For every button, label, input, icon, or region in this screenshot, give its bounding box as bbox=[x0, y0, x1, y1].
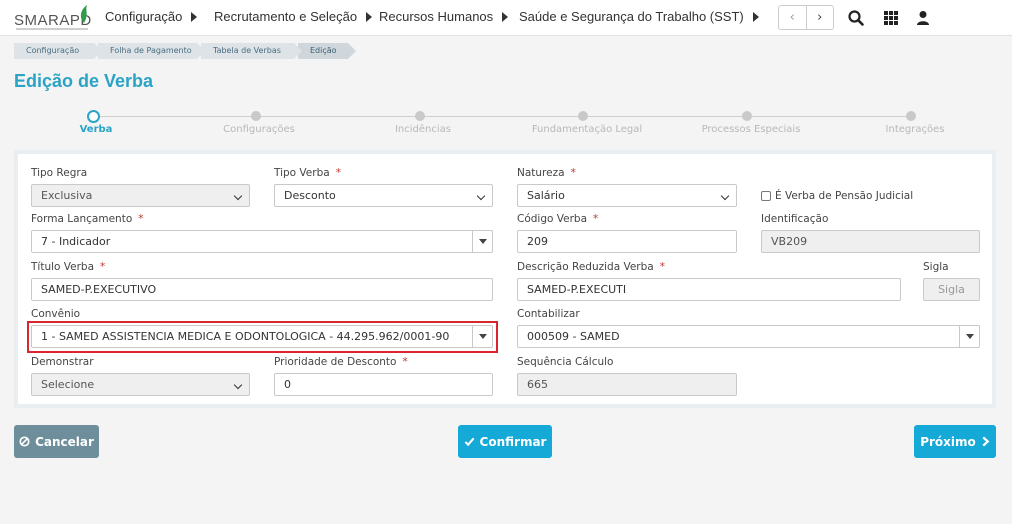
apps-grid-icon[interactable] bbox=[882, 9, 900, 27]
tipo-regra-label: Tipo Regra bbox=[31, 167, 88, 179]
identificacao-input: VB209 bbox=[761, 230, 980, 253]
nav-label: Recrutamento e Seleção bbox=[214, 9, 358, 24]
page-title: Edição de Verba bbox=[14, 71, 154, 91]
nav-label: Configuração bbox=[105, 9, 183, 24]
sigla-input[interactable]: Sigla bbox=[923, 278, 980, 301]
next-button[interactable]: Próximo bbox=[914, 425, 996, 458]
logo-underline bbox=[16, 28, 88, 30]
titulo-verba-label: Título Verba * bbox=[31, 261, 106, 273]
prioridade-desconto-label: Prioridade de Desconto * bbox=[274, 356, 408, 368]
nav-saude-seguranca[interactable]: Saúde e Segurança do Trabalho (SST) bbox=[519, 9, 759, 24]
natureza-label: Natureza * bbox=[517, 167, 576, 179]
tipo-verba-label: Tipo Verba * bbox=[274, 167, 341, 179]
demonstrar-select[interactable]: Selecione bbox=[31, 373, 250, 396]
prioridade-desconto-input[interactable]: 0 bbox=[274, 373, 493, 396]
step-label-incidencias[interactable]: Incidências bbox=[348, 124, 498, 135]
codigo-verba-label: Código Verba * bbox=[517, 213, 599, 225]
nav-label: Saúde e Segurança do Trabalho (SST) bbox=[519, 9, 744, 24]
tipo-verba-select[interactable]: Desconto bbox=[274, 184, 493, 207]
pager-prev-button[interactable]: ‹ bbox=[779, 6, 806, 29]
step-dot-incidencias[interactable] bbox=[415, 111, 425, 121]
step-label-fundamentacao-legal[interactable]: Fundamentação Legal bbox=[512, 124, 662, 135]
sigla-label: Sigla bbox=[923, 261, 949, 273]
check-icon bbox=[464, 437, 474, 447]
next-label: Próximo bbox=[920, 434, 976, 449]
confirm-label: Confirmar bbox=[479, 434, 547, 449]
breadcrumb: Configuração Folha de Pagamento Tabela d… bbox=[14, 43, 356, 59]
caret-right-icon bbox=[366, 11, 373, 22]
sequencia-calculo-input: 665 bbox=[517, 373, 737, 396]
contabilizar-value: 000509 - SAMED bbox=[527, 330, 620, 343]
nav-recrutamento-selecao[interactable]: Recrutamento e Seleção bbox=[214, 9, 373, 24]
nav-configuracao[interactable]: Configuração bbox=[105, 9, 198, 24]
step-label-verba[interactable]: Verba bbox=[21, 124, 171, 135]
contabilizar-label: Contabilizar bbox=[517, 308, 580, 320]
tipo-regra-select[interactable]: Exclusiva bbox=[31, 184, 250, 207]
titulo-verba-input[interactable]: SAMED-P.EXECUTIVO bbox=[31, 278, 493, 301]
user-icon[interactable] bbox=[914, 9, 932, 27]
convenio-label: Convênio bbox=[31, 308, 81, 320]
search-icon[interactable] bbox=[847, 9, 865, 27]
forma-lancamento-combobox[interactable]: 7 - Indicador bbox=[31, 230, 493, 253]
step-dot-configuracoes[interactable] bbox=[251, 111, 261, 121]
step-dot-integracoes[interactable] bbox=[906, 111, 916, 121]
caret-right-icon bbox=[502, 11, 509, 22]
stepper-track bbox=[94, 116, 911, 117]
breadcrumb-item-configuracao[interactable]: Configuração bbox=[14, 43, 102, 59]
step-label-configuracoes[interactable]: Configurações bbox=[184, 124, 334, 135]
dropdown-toggle-icon[interactable] bbox=[472, 231, 492, 252]
chevron-right-icon bbox=[982, 436, 990, 447]
checkbox-box[interactable] bbox=[761, 191, 771, 201]
convenio-highlight-box bbox=[27, 321, 498, 353]
codigo-verba-input[interactable]: 209 bbox=[517, 230, 737, 253]
identificacao-label: Identificação bbox=[761, 213, 829, 225]
leaf-icon bbox=[80, 5, 87, 23]
pensao-judicial-label: É Verba de Pensão Judicial bbox=[775, 190, 914, 202]
breadcrumb-item-folha-pagamento[interactable]: Folha de Pagamento bbox=[98, 43, 205, 59]
step-dot-processos-especiais[interactable] bbox=[742, 111, 752, 121]
dropdown-toggle-icon[interactable] bbox=[959, 326, 979, 347]
caret-right-icon bbox=[752, 11, 759, 22]
cancel-button[interactable]: Cancelar bbox=[14, 425, 99, 458]
step-label-integracoes[interactable]: Integrações bbox=[840, 124, 990, 135]
forma-lancamento-value: 7 - Indicador bbox=[41, 235, 111, 248]
pensao-judicial-checkbox[interactable]: É Verba de Pensão Judicial bbox=[761, 190, 913, 202]
demonstrar-label: Demonstrar bbox=[31, 356, 94, 368]
descricao-reduzida-input[interactable]: SAMED-P.EXECUTI bbox=[517, 278, 901, 301]
step-dot-verba[interactable] bbox=[87, 110, 100, 123]
sequencia-calculo-label: Sequência Cálculo bbox=[517, 356, 614, 368]
smarapd-logo[interactable]: SMARAPD bbox=[14, 4, 92, 32]
pager-next-button[interactable]: › bbox=[805, 6, 834, 29]
ban-icon bbox=[19, 436, 30, 447]
breadcrumb-item-edicao: Edição bbox=[298, 43, 356, 59]
nav-recursos-humanos[interactable]: Recursos Humanos bbox=[379, 9, 509, 24]
breadcrumb-item-tabela-verbas[interactable]: Tabela de Verbas bbox=[201, 43, 302, 59]
verba-form-panel: Tipo Regra Exclusiva Tipo Verba * Descont… bbox=[14, 150, 996, 408]
history-pager: ‹ › bbox=[778, 5, 834, 30]
descricao-reduzida-label: Descrição Reduzida Verba * bbox=[517, 261, 665, 273]
cancel-label: Cancelar bbox=[35, 434, 94, 449]
confirm-button[interactable]: Confirmar bbox=[458, 425, 552, 458]
forma-lancamento-label: Forma Lançamento * bbox=[31, 213, 144, 225]
step-label-processos-especiais[interactable]: Processos Especiais bbox=[676, 124, 826, 135]
nav-label: Recursos Humanos bbox=[379, 9, 494, 24]
top-navbar: SMARAPD Configuração Recrutamento e Sele… bbox=[0, 0, 1012, 36]
step-dot-fundamentacao-legal[interactable] bbox=[578, 111, 588, 121]
caret-right-icon bbox=[191, 11, 198, 22]
contabilizar-combobox[interactable]: 000509 - SAMED bbox=[517, 325, 980, 348]
natureza-select[interactable]: Salário bbox=[517, 184, 737, 207]
